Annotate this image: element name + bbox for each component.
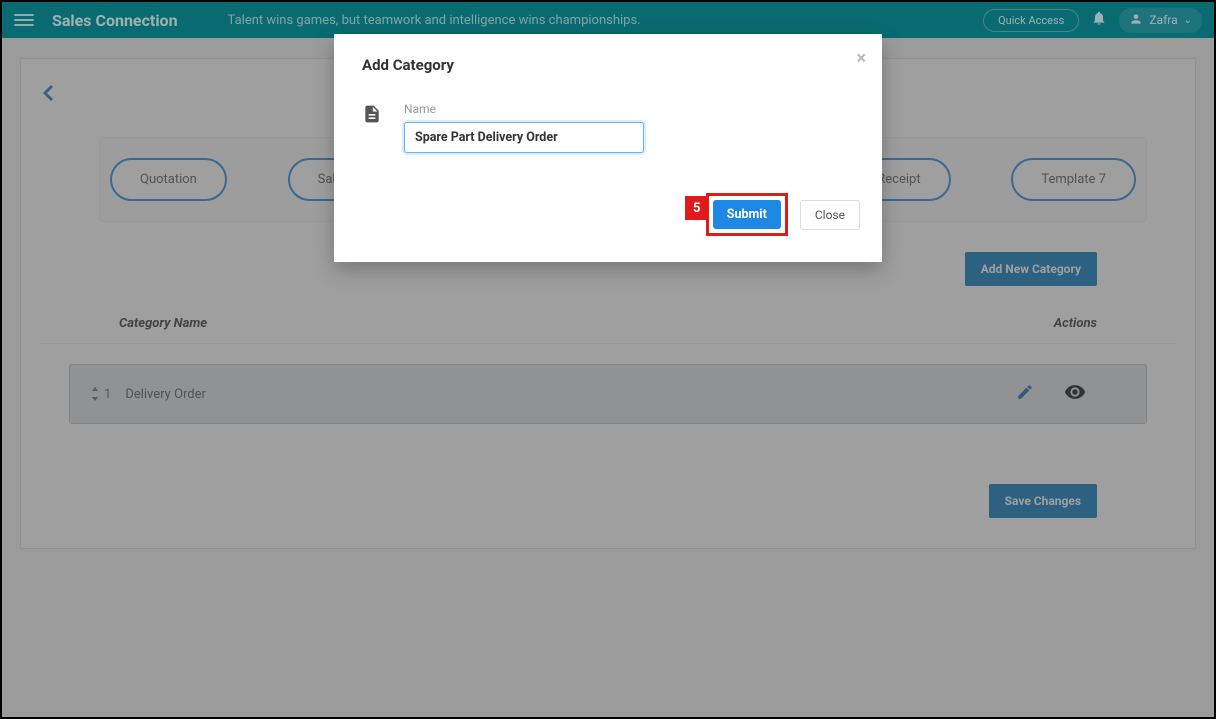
step-badge: 5: [685, 196, 709, 220]
modal-actions: 5 Submit Close: [362, 193, 860, 236]
modal-overlay-header: [2, 2, 1214, 38]
add-category-modal: × Add Category Name 5 Submit Close: [334, 34, 882, 262]
document-icon: [362, 104, 382, 128]
name-input[interactable]: [404, 122, 644, 153]
modal-form-row: Name: [362, 102, 860, 153]
name-label: Name: [404, 102, 860, 116]
close-icon[interactable]: ×: [856, 48, 866, 69]
submit-button[interactable]: Submit: [713, 200, 781, 229]
name-field-group: Name: [404, 102, 860, 153]
close-button[interactable]: Close: [800, 200, 860, 230]
modal-title: Add Category: [362, 56, 860, 74]
submit-highlight-box: 5 Submit: [706, 193, 788, 236]
